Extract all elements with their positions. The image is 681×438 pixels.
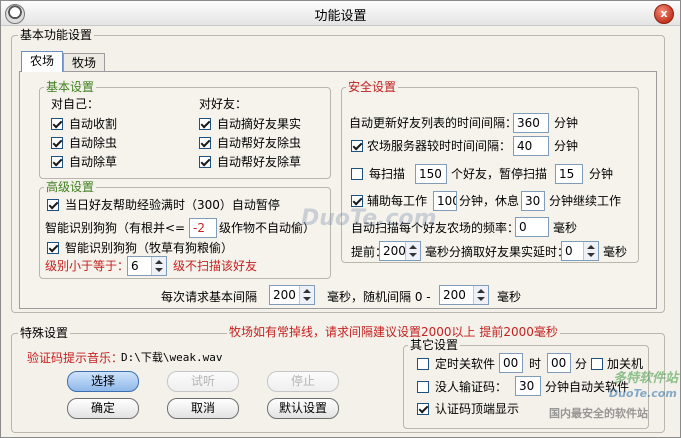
assist-work-mid: 分钟，休息 [459, 194, 520, 208]
scan-pause-checkbox[interactable] [351, 168, 363, 180]
captcha-music-path: D:\下载\weak.wav [121, 351, 223, 364]
assist-rest-input[interactable]: 30 [521, 191, 545, 211]
interval-warning: 牧场如有常掉线，请求间隔建议设置2000以上 提前2000毫秒 [227, 325, 560, 339]
random-interval-value: 200 [443, 288, 466, 302]
title-bar[interactable]: 功能设置 x [1, 1, 680, 26]
timer-close-label: 定时关软件 [435, 357, 496, 371]
stop-button[interactable]: 停止 [267, 371, 339, 392]
tab-ranch[interactable]: 牧场 [63, 53, 105, 72]
timer-minute-unit: 分 [575, 357, 588, 371]
self-header: 对自己： [51, 97, 100, 111]
settings-window: 功能设置 x 基本功能设置 农场 牧场 基本设置 对自己： 对好友： 自动收割 … [0, 0, 681, 438]
random-interval-spinner[interactable]: 200 [439, 285, 489, 305]
center-watermark: DuoTe.com [301, 206, 437, 231]
captcha-on-top-label: 认证码顶端显示 [435, 402, 520, 416]
dog-food-label: 智能识别狗狗（牧草有狗粮偷） [65, 241, 234, 255]
close-button[interactable]: x [654, 4, 674, 24]
auto-weed-checkbox[interactable] [51, 156, 63, 168]
auto-deworm-checkbox[interactable] [51, 137, 63, 149]
timer-hour-input[interactable]: 00 [499, 353, 523, 373]
advance-value: 200 [383, 244, 406, 258]
advance-mid: 毫秒分摘取好友果实延时： [425, 245, 570, 259]
timer-hour-unit: 时 [529, 357, 542, 371]
auto-harvest-checkbox[interactable] [51, 118, 63, 130]
advanced-settings-title: 高级设置 [44, 180, 97, 194]
basic-function-title: 基本功能设置 [18, 28, 95, 42]
spinner-arrows-icon[interactable] [583, 242, 598, 260]
default-settings-button[interactable]: 默认设置 [267, 398, 339, 419]
tab-farm[interactable]: 农场 [21, 51, 63, 72]
friend-header: 对好友： [199, 97, 248, 111]
help-exp-pause-label: 当日好友帮助经验满时（300）自动暂停 [65, 198, 280, 212]
cancel-button[interactable]: 取消 [167, 398, 239, 419]
random-interval-unit: 毫秒 [497, 290, 522, 304]
auto-weed-label: 自动除草 [69, 155, 118, 169]
help-friend-deworm-label: 自动帮好友除虫 [217, 136, 302, 150]
pick-delay-value: 0 [565, 244, 573, 258]
basic-settings-title: 基本设置 [44, 80, 97, 94]
refresh-interval-input[interactable]: 360 [513, 113, 549, 133]
level-filter-value: 6 [131, 259, 139, 273]
level-filter-label: 级别小于等于： [45, 259, 130, 273]
corner-watermark-title: 多特软件站 [613, 371, 679, 386]
spinner-arrows-icon[interactable] [151, 257, 166, 275]
timer-close-checkbox[interactable] [417, 358, 429, 370]
window-title: 功能设置 [314, 9, 367, 24]
request-interval-mid: 毫秒，随机间隔 0 - [327, 290, 431, 304]
auto-harvest-label: 自动收割 [69, 117, 118, 131]
pause-minutes-input[interactable]: 15 [555, 164, 583, 184]
scan-pause-prefix: 每扫描 [369, 167, 406, 181]
scan-pause-mid: 个好友，暂停扫描 [451, 167, 548, 181]
dog-food-checkbox[interactable] [47, 242, 59, 254]
level-filter-spinner[interactable]: 6 [127, 256, 167, 276]
shutdown-checkbox[interactable] [591, 358, 603, 370]
captcha-music-label: 验证码提示音乐： [27, 351, 124, 365]
corner-watermark-url: DuoTe.com [609, 387, 677, 400]
spinner-arrows-icon[interactable] [473, 286, 488, 304]
spinner-arrows-icon[interactable] [405, 242, 420, 260]
dog-root-label: 智能识别狗狗（有根并<= [45, 221, 186, 235]
scan-count-input[interactable]: 150 [415, 164, 447, 184]
pause-minutes-unit: 分钟 [589, 167, 614, 181]
level-filter-suffix: 级不扫描该好友 [173, 259, 258, 273]
help-friend-weed-label: 自动帮好友除草 [217, 155, 302, 169]
refresh-interval-label: 自动更新好友列表的时间间隔： [349, 116, 518, 130]
request-interval-label: 每次请求基本间隔 [161, 290, 258, 304]
ok-button[interactable]: 确定 [67, 398, 139, 419]
captcha-on-top-checkbox[interactable] [417, 403, 429, 415]
help-friend-deworm-checkbox[interactable] [199, 137, 211, 149]
pick-delay-spinner[interactable]: 0 [561, 241, 599, 261]
security-settings-title: 安全设置 [346, 80, 399, 94]
steal-friend-fruit-label: 自动摘好友果实 [217, 117, 302, 131]
no-input-minutes-input[interactable]: 30 [515, 376, 541, 396]
server-sync-unit: 分钟 [554, 139, 579, 153]
server-sync-label: 农场服务器较时时间间隔： [367, 139, 512, 153]
assist-rest-suffix: 分钟继续工作 [549, 194, 622, 208]
refresh-interval-unit: 分钟 [554, 116, 579, 130]
spinner-arrows-icon[interactable] [299, 286, 314, 304]
scan-frequency-unit: 毫秒 [553, 221, 578, 235]
base-interval-value: 200 [273, 288, 296, 302]
server-sync-input[interactable]: 40 [513, 136, 549, 156]
server-sync-checkbox[interactable] [351, 140, 363, 152]
corner-watermark-sub: 国内最安全的软件站 [549, 407, 648, 420]
help-friend-weed-checkbox[interactable] [199, 156, 211, 168]
steal-friend-fruit-checkbox[interactable] [199, 118, 211, 130]
no-input-close-label: 没人输证码： [435, 380, 508, 394]
assist-work-input[interactable]: 100 [433, 191, 457, 211]
auto-deworm-label: 自动除虫 [69, 136, 118, 150]
advance-spinner[interactable]: 200 [379, 241, 421, 261]
choose-button[interactable]: 选择 [67, 371, 139, 392]
listen-button[interactable]: 试听 [167, 371, 239, 392]
dog-root-level-input[interactable]: -2 [189, 218, 217, 238]
no-input-close-checkbox[interactable] [417, 381, 429, 393]
special-settings-title: 特殊设置 [18, 326, 71, 340]
other-settings-title: 其它设置 [408, 338, 461, 352]
help-exp-pause-checkbox[interactable] [47, 199, 59, 211]
pick-delay-unit: 毫秒 [603, 245, 628, 259]
timer-minute-input[interactable]: 00 [547, 353, 571, 373]
base-interval-spinner[interactable]: 200 [269, 285, 315, 305]
scan-frequency-input[interactable]: 0 [515, 217, 549, 237]
